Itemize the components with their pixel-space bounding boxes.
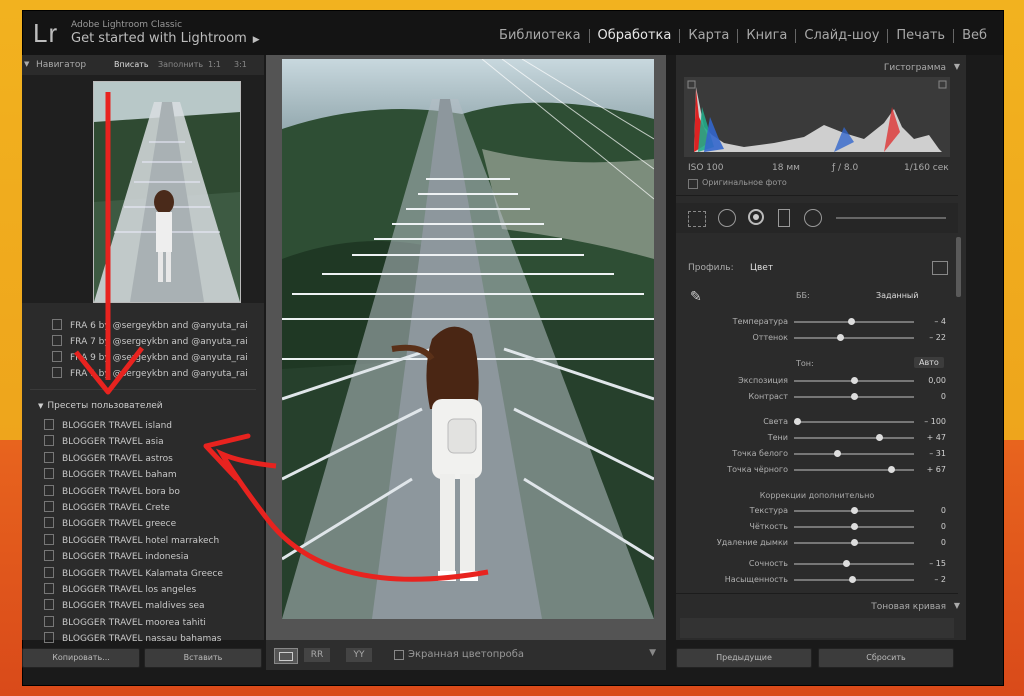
annotation-arrows bbox=[74, 92, 489, 582]
annotation-curve-arrow-shaft bbox=[215, 448, 489, 582]
